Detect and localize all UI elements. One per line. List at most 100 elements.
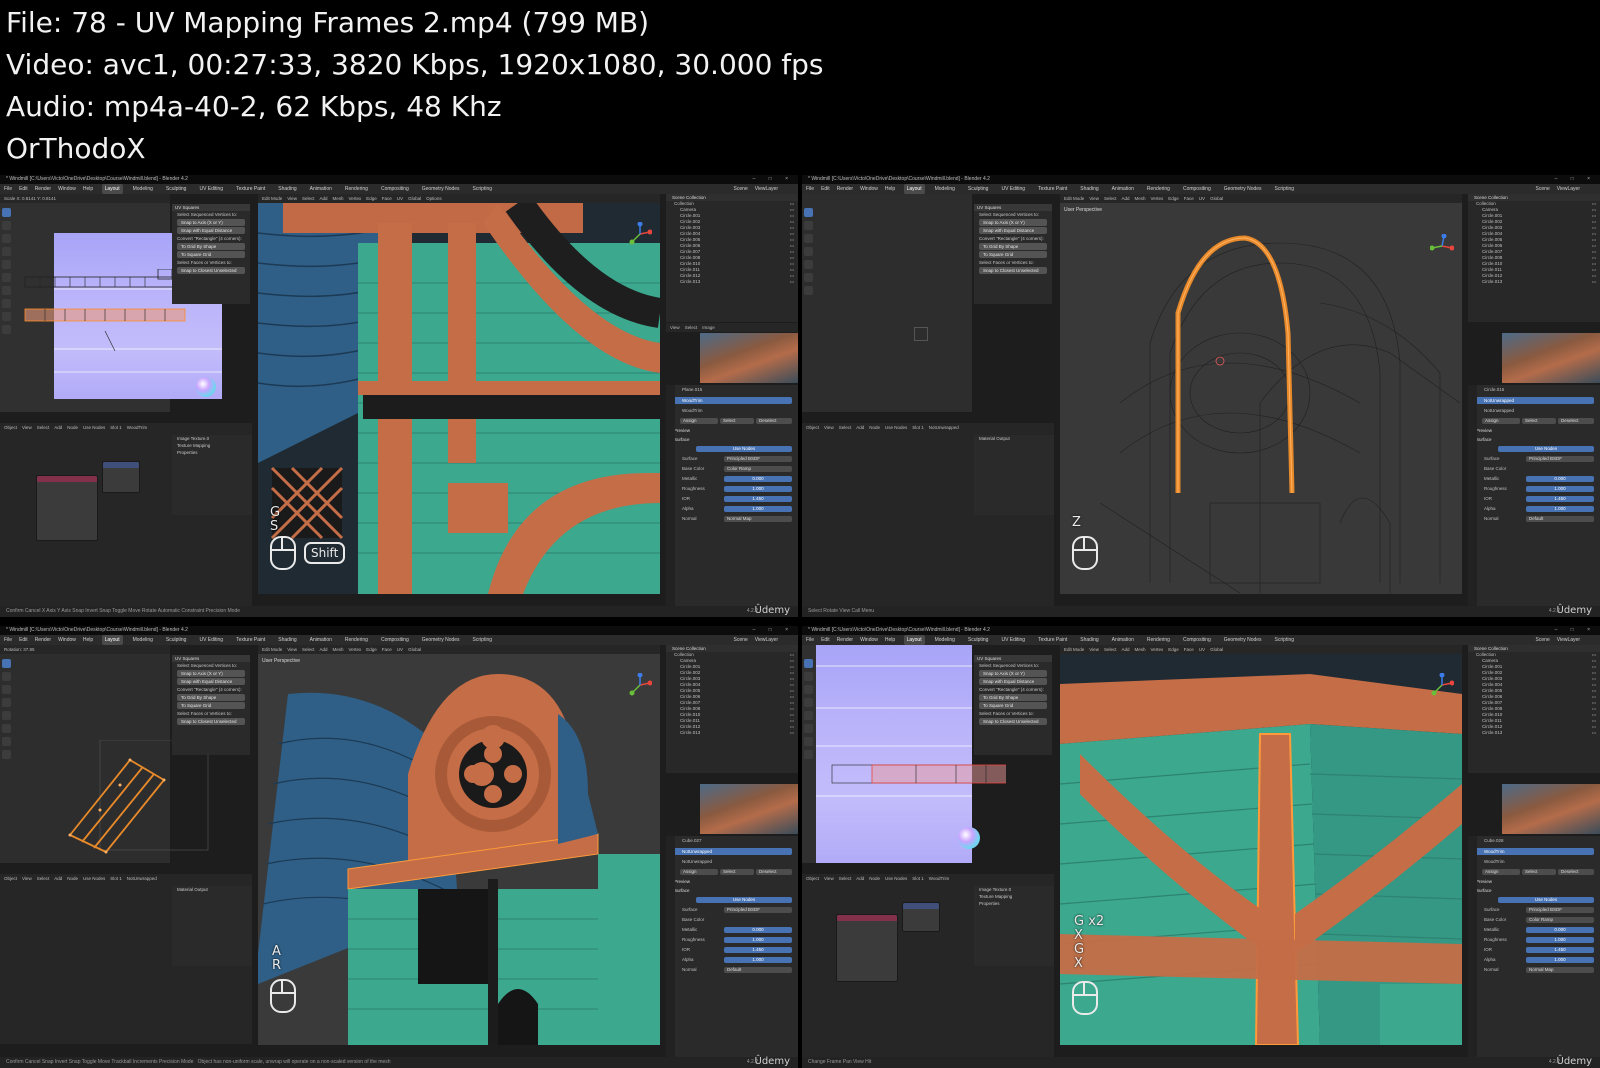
vp-menu-vertex[interactable]: Vertex — [349, 196, 362, 201]
deselect-button[interactable]: Deselect — [756, 869, 792, 875]
tab-shading[interactable]: Shading — [275, 184, 299, 194]
use-nodes-button[interactable]: Use Nodes — [1498, 446, 1594, 452]
square-grid-button[interactable]: To Square Grid — [177, 251, 245, 258]
select-button[interactable]: Select — [720, 869, 754, 875]
view-layer-selector[interactable]: ViewLayer — [755, 186, 778, 192]
use-nodes-button[interactable]: Use Nodes — [696, 446, 792, 452]
use-nodes-button[interactable]: Use Nodes — [1498, 897, 1594, 903]
shader-node[interactable] — [36, 475, 98, 541]
grid-by-shape-button[interactable]: To Grid By Shape — [979, 243, 1047, 250]
uv-editor-area[interactable] — [802, 645, 1006, 863]
axis-gizmo-icon[interactable] — [1430, 673, 1454, 697]
assign-button[interactable]: Assign — [680, 418, 718, 424]
snap-equal-button[interactable]: Snap with Equal Distance — [177, 227, 245, 234]
move-tool-icon[interactable] — [2, 234, 11, 243]
vp-menu-view[interactable]: View — [287, 196, 297, 201]
normal-map-texture[interactable] — [816, 645, 972, 863]
select-tool-icon[interactable] — [2, 659, 11, 668]
assign-button[interactable]: Assign — [680, 869, 718, 875]
snap-equal-button[interactable]: Snap with Equal Distance — [979, 227, 1047, 234]
select-button[interactable]: Select — [720, 418, 754, 424]
snap-axis-button[interactable]: Snap to Axis (X or Y) — [177, 670, 245, 677]
snap-equal-button[interactable]: Snap with Equal Distance — [177, 678, 245, 685]
base-color-field[interactable]: Color Ramp — [724, 466, 792, 472]
uv-island-overlay[interactable] — [60, 740, 210, 860]
ior-slider[interactable]: 1.450 — [724, 496, 792, 502]
material-slot[interactable]: NotUnwrapped — [1474, 397, 1594, 404]
assign-button[interactable]: Assign — [1482, 418, 1520, 424]
shader-node-editor[interactable]: Object View Select Add Node Use Nodes Slot 1 No… — [802, 423, 1054, 606]
surface-section[interactable]: Surface — [666, 435, 798, 444]
select-button[interactable]: Select — [1522, 418, 1556, 424]
snap-axis-button[interactable]: Snap to Axis (X or Y) — [979, 219, 1047, 226]
move-tool-icon[interactable] — [2, 685, 11, 694]
annotate-tool-icon[interactable] — [2, 286, 11, 295]
use-nodes-button[interactable]: Use Nodes — [696, 897, 792, 903]
use-nodes-checkbox[interactable]: Use Nodes — [83, 425, 105, 430]
shader-node-editor[interactable]: Object View Select Add Node Use Nodes Slot 1 Wo… — [0, 423, 252, 606]
material-slot[interactable]: WoodTrim — [1474, 848, 1594, 855]
shader-node[interactable] — [836, 914, 898, 982]
transform-tool-icon[interactable] — [804, 724, 813, 733]
window-controls[interactable]: – □ × — [1555, 626, 1597, 635]
deselect-button[interactable]: Deselect — [1558, 418, 1594, 424]
shader-node-editor[interactable]: Object View Select Add Node Use Nodes Slot 1 No… — [0, 874, 252, 1044]
scale-tool-icon[interactable] — [2, 260, 11, 269]
tab-geometry-nodes[interactable]: Geometry Nodes — [419, 184, 463, 194]
move-tool-icon[interactable] — [804, 234, 813, 243]
deselect-button[interactable]: Deselect — [756, 418, 792, 424]
tab-uv-editing[interactable]: UV Editing — [196, 184, 226, 194]
outliner-scene-collection[interactable]: Scene Collection — [666, 194, 798, 201]
pinch-tool-icon[interactable] — [2, 325, 11, 334]
image-texture-node[interactable] — [102, 461, 140, 493]
snap-closest-button[interactable]: Snap to Closest Unselected — [979, 718, 1047, 725]
image-texture-node[interactable] — [902, 902, 940, 932]
menu-help[interactable]: Help — [83, 186, 93, 192]
scale-tool-icon[interactable] — [804, 260, 813, 269]
scale-tool-icon[interactable] — [804, 711, 813, 720]
menu-edit[interactable]: Edit — [19, 186, 28, 192]
rotate-tool-icon[interactable] — [804, 247, 813, 256]
select-tool-icon[interactable] — [804, 659, 813, 668]
grid-by-shape-button[interactable]: To Grid By Shape — [979, 694, 1047, 701]
options-menu[interactable]: Options — [426, 196, 442, 201]
outliner-item[interactable]: Circle.013 — [666, 279, 798, 285]
assign-button[interactable]: Assign — [1482, 869, 1520, 875]
tab-modeling[interactable]: Modeling — [130, 184, 156, 194]
annotate-tool-icon[interactable] — [804, 286, 813, 295]
grab-tool-icon[interactable] — [2, 299, 11, 308]
normal-field[interactable]: Normal Map — [724, 516, 792, 522]
deselect-button[interactable]: Deselect — [1558, 869, 1594, 875]
square-grid-button[interactable]: To Square Grid — [979, 251, 1047, 258]
outliner-item[interactable]: Circle.013 — [1468, 730, 1600, 736]
transform-tool-icon[interactable] — [2, 724, 11, 733]
snap-closest-button[interactable]: Snap to Closest Unselected — [177, 267, 245, 274]
vp-menu-face[interactable]: Face — [382, 196, 392, 201]
axis-gizmo-icon[interactable] — [628, 673, 652, 697]
snap-closest-button[interactable]: Snap to Closest Unselected — [979, 267, 1047, 274]
cursor-tool-icon[interactable] — [804, 672, 813, 681]
outliner-item[interactable]: Circle.013 — [1468, 279, 1600, 285]
transform-tool-icon[interactable] — [2, 273, 11, 282]
material-slot[interactable]: WoodTrim — [672, 397, 792, 404]
texture-mapping-section[interactable]: Texture Mapping — [172, 442, 252, 449]
menu-window[interactable]: Window — [58, 186, 76, 192]
material-selector[interactable]: WoodTrim — [666, 406, 798, 416]
uv-editor-area[interactable]: Rotation: 37.85 — [0, 645, 209, 863]
grab-tool-icon[interactable] — [2, 750, 11, 759]
cursor-tool-icon[interactable] — [2, 221, 11, 230]
select-button[interactable]: Select — [1522, 869, 1556, 875]
vp-menu-edge[interactable]: Edge — [366, 196, 377, 201]
viewport-3d[interactable]: Edit Mode View Select Add Mesh Vertex Edge Face… — [258, 645, 660, 1045]
square-grid-button[interactable]: To Square Grid — [979, 702, 1047, 709]
transform-tool-icon[interactable] — [804, 273, 813, 282]
transform-orientation[interactable]: Global — [408, 196, 421, 201]
grid-by-shape-button[interactable]: To Grid By Shape — [177, 243, 245, 250]
tab-texture-paint[interactable]: Texture Paint — [233, 184, 268, 194]
metallic-slider[interactable]: 0.000 — [724, 476, 792, 482]
vp-menu-add[interactable]: Add — [319, 196, 327, 201]
vp-menu-mesh[interactable]: Mesh — [332, 196, 343, 201]
relax-tool-icon[interactable] — [2, 312, 11, 321]
rotate-tool-icon[interactable] — [2, 247, 11, 256]
alpha-slider[interactable]: 1.000 — [724, 506, 792, 512]
